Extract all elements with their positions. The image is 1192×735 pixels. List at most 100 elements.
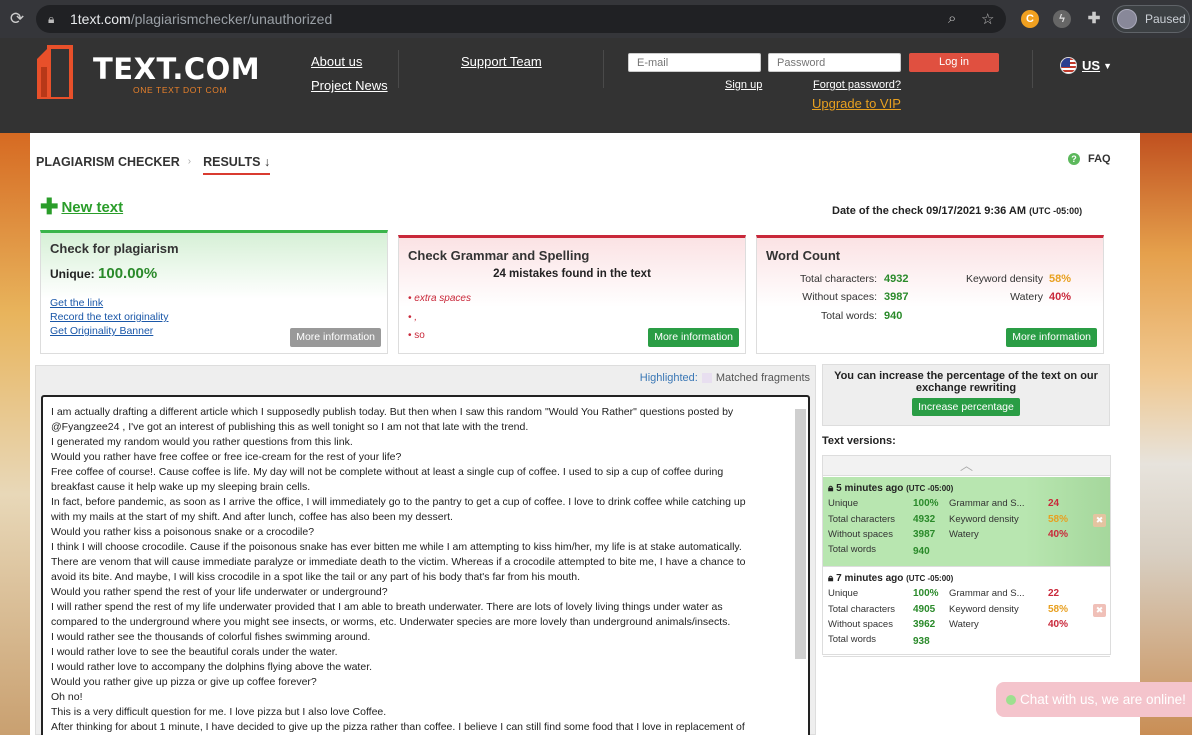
url-text[interactable]: 1text.com/plagiarismchecker/unauthorized [70, 11, 332, 27]
matched-label: Matched fragments [715, 372, 810, 384]
grammar-more-button[interactable]: More information [648, 328, 739, 347]
profile-status: Paused [1145, 12, 1186, 26]
signup-link[interactable]: Sign up [725, 79, 762, 91]
watery-label: Watery [1010, 291, 1043, 303]
density-label: Keyword density [949, 604, 1019, 615]
text-line: This is a very difficult question for me… [51, 706, 387, 718]
chars-label: Total characters [828, 514, 896, 525]
text-line: breakfast cause it help wake up my sleep… [51, 481, 311, 493]
email-field[interactable] [628, 53, 761, 72]
nav-news-link[interactable]: Project News [311, 78, 388, 93]
mistake-item[interactable]: • so [408, 330, 425, 341]
mistake-item[interactable]: • extra spaces [408, 293, 471, 304]
keyword-density-value: 58% [1049, 273, 1072, 285]
language-label: US [1082, 58, 1101, 73]
delete-version-icon[interactable]: ✖ [1093, 604, 1106, 617]
text-version-item[interactable]: 🔒︎ 5 minutes ago (UTC -05:00) Unique 100% G… [823, 477, 1110, 567]
increase-percentage-button[interactable]: Increase percentage [912, 398, 1020, 416]
breadcrumb-plagiarism-checker[interactable]: PLAGIARISM CHECKER [36, 155, 180, 175]
text-line: In fact, before pandemic, as soon as I a… [51, 496, 746, 508]
breadcrumb: PLAGIARISM CHECKER › RESULTS ↓ [36, 155, 271, 175]
unique-value: 100.00% [98, 265, 158, 282]
mistake-item[interactable]: • , [408, 312, 417, 323]
browser-toolbar: ⟳ 🔒︎ 1text.com/plagiarismchecker/unautho… [0, 0, 1192, 38]
language-selector[interactable]: US ▼ [1060, 57, 1112, 74]
highlighted-label: Highlighted: [639, 372, 698, 384]
logo-icon[interactable] [35, 45, 73, 99]
increase-percentage-box: You can increase the percentage of the t… [822, 364, 1110, 426]
new-text-button[interactable]: ✚ New text [40, 196, 123, 218]
watery-label: Watery [949, 529, 979, 540]
us-flag-icon [1060, 57, 1077, 74]
text-line: I will rather spend the rest of my life … [51, 601, 723, 613]
password-field[interactable] [768, 53, 901, 72]
text-line: avoid its bite. And maybe, I will kiss c… [51, 571, 580, 583]
chars-value: 4905 [913, 604, 936, 615]
background-decoration [0, 133, 30, 735]
site-header: TEXT.COM ONE TEXT DOT COM About us Proje… [0, 38, 1192, 133]
nav-about-link[interactable]: About us [311, 54, 362, 69]
originality-banner-link[interactable]: Get Originality Banner [50, 325, 153, 337]
without-spaces-label: Without spaces: [802, 291, 877, 303]
unique-row: Unique: 100.00% [50, 265, 158, 282]
text-versions-label: Text versions: [822, 435, 896, 447]
total-words-value: 940 [884, 310, 903, 322]
chevron-up-icon[interactable]: ︿ [823, 456, 1110, 476]
total-characters-label: Total characters: [799, 273, 877, 285]
forgot-password-link[interactable]: Forgot password? [813, 79, 901, 91]
text-line: Would you rather spend the rest of your … [51, 586, 388, 598]
text-line: with my mails at the start of my shift. … [51, 511, 453, 523]
text-line: I would rather see the thousands of colo… [51, 631, 371, 643]
chat-widget[interactable]: Chat with us, we are online! [996, 682, 1192, 717]
avatar [1117, 9, 1137, 29]
breadcrumb-results[interactable]: RESULTS ↓ [203, 155, 271, 175]
text-line: I think I will choose crocodile. Cause i… [51, 541, 742, 553]
plagiarism-more-button[interactable]: More information [290, 328, 381, 347]
density-label: Keyword density [949, 514, 1019, 525]
chat-label: Chat with us, we are online! [1020, 692, 1186, 707]
zoom-icon[interactable]: ⌕ [948, 10, 956, 27]
chars-label: Total characters [828, 604, 896, 615]
check-date: Date of the check 09/17/2021 9:36 AM (UT… [832, 205, 1083, 217]
density-value: 58% [1048, 604, 1069, 615]
bookmark-star-icon[interactable]: ☆ [981, 10, 994, 28]
logo-text[interactable]: TEXT.COM [93, 52, 260, 86]
nospaces-label: Without spaces [828, 529, 893, 540]
nospaces-label: Without spaces [828, 619, 893, 630]
density-value: 58% [1048, 514, 1069, 525]
text-version-item[interactable]: 🔒︎ 7 minutes ago (UTC -05:00) Unique 100% G… [823, 567, 1110, 657]
unique-value: 100% [913, 498, 939, 509]
main-content: PLAGIARISM CHECKER › RESULTS ↓ ? FAQ ✚ N… [30, 133, 1140, 735]
text-versions-list: ︿ 🔒︎ 5 minutes ago (UTC -05:00) Unique 100… [822, 455, 1111, 657]
word-count-more-button[interactable]: More information [1006, 328, 1097, 347]
delete-version-icon[interactable]: ✖ [1093, 514, 1106, 527]
get-link[interactable]: Get the link [50, 297, 103, 309]
login-button[interactable]: Log in [909, 53, 999, 72]
chevron-right-icon: › [187, 156, 192, 167]
text-line: Would you rather have free coffee or fre… [51, 451, 402, 463]
text-line: There are venom that will cause immediat… [51, 556, 746, 568]
plagiarism-card: Check for plagiarism Unique: 100.00% Get… [40, 230, 388, 354]
scrollbar[interactable] [795, 409, 806, 659]
record-originality-link[interactable]: Record the text originality [50, 311, 168, 323]
watery-value: 40% [1048, 619, 1069, 630]
upgrade-vip-link[interactable]: Upgrade to VIP [812, 96, 901, 111]
text-line: I would rather love to accompany the dol… [51, 661, 373, 673]
grammar-card-title: Check Grammar and Spelling [408, 248, 590, 263]
online-dot-icon [1006, 694, 1016, 705]
lock-icon[interactable]: 🔒︎ [48, 12, 64, 27]
watery-value: 40% [1049, 291, 1072, 303]
text-content[interactable]: I am actually drafting a different artic… [51, 405, 781, 735]
extensions-puzzle-icon[interactable]: ✚ [1085, 10, 1103, 28]
reload-icon[interactable]: ⟳ [2, 9, 32, 29]
address-bar[interactable]: 🔒︎ 1text.com/plagiarismchecker/unauthori… [36, 5, 1006, 33]
faq-link[interactable]: ? FAQ [1068, 153, 1111, 165]
extension-coin-icon[interactable]: C [1021, 10, 1039, 28]
extension-bolt-icon[interactable]: ϟ [1053, 10, 1071, 28]
background-decoration [1140, 133, 1192, 735]
words-value: 938 [913, 636, 930, 647]
checked-text-area[interactable]: I am actually drafting a different artic… [41, 395, 810, 735]
profile-button[interactable]: Paused [1112, 5, 1190, 33]
nav-support-link[interactable]: Support Team [461, 54, 542, 69]
total-words-label: Total words: [820, 310, 877, 322]
